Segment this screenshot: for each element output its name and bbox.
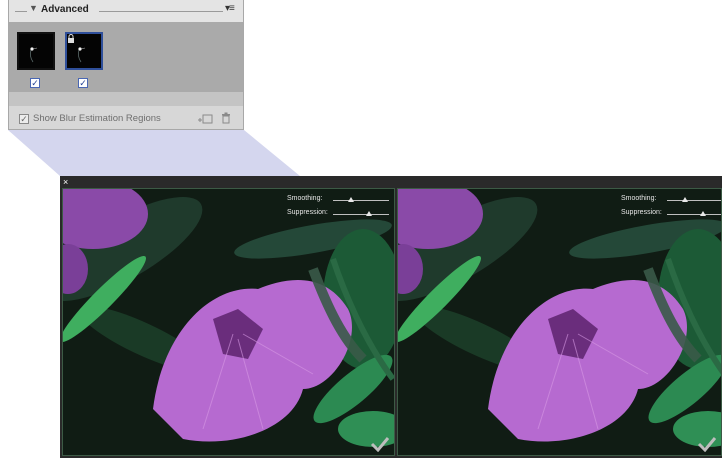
smoothing-slider[interactable]: Smoothing: (621, 195, 721, 205)
suppression-track[interactable] (333, 214, 389, 215)
show-blur-regions-label: Show Blur Estimation Regions (33, 113, 161, 124)
smoothing-label: Smoothing: (621, 195, 657, 202)
advanced-panel: ▼ Advanced ▾≡ ✓ ✓ ✓ Show Blur Estimation… (8, 0, 244, 130)
smoothing-label: Smoothing: (287, 195, 323, 202)
trash-icon[interactable] (221, 112, 231, 124)
header-divider-right (99, 11, 223, 12)
triangle-down-icon[interactable]: ▼ (29, 3, 38, 13)
lock-icon (68, 34, 74, 43)
smoothing-slider[interactable]: Smoothing: (287, 195, 391, 205)
suppression-slider[interactable]: Suppression: (621, 209, 721, 219)
flower-photo (63, 189, 394, 455)
show-blur-regions-checkbox[interactable]: ✓ (19, 114, 29, 124)
flower-photo (398, 189, 721, 455)
thumbnail-checkbox[interactable]: ✓ (30, 78, 40, 88)
thumbnail-checkbox[interactable]: ✓ (78, 78, 88, 88)
add-region-icon[interactable] (197, 113, 213, 125)
blur-trace-thumbnail-selected[interactable] (65, 32, 103, 70)
smoothing-handle[interactable] (682, 197, 688, 202)
before-preview-pane[interactable]: Smoothing: Suppression: (62, 188, 395, 456)
blur-trace-list: ✓ ✓ (9, 22, 243, 92)
smoothing-track[interactable] (667, 200, 721, 201)
close-preview-button[interactable]: × (63, 177, 68, 187)
suppression-handle[interactable] (366, 211, 372, 216)
panel-title: Advanced (41, 4, 89, 15)
suppression-label: Suppression: (287, 209, 328, 216)
after-preview-pane[interactable]: Smoothing: Suppression: (397, 188, 722, 456)
checkmark-icon[interactable] (370, 436, 390, 452)
suppression-slider[interactable]: Suppression: (287, 209, 391, 219)
panel-footer: ✓ Show Blur Estimation Regions (9, 108, 243, 130)
checkmark-icon[interactable] (697, 436, 717, 452)
suppression-handle[interactable] (700, 211, 706, 216)
panel-menu-icon[interactable]: ▾≡ (225, 3, 235, 14)
blur-trace-glyph (29, 47, 38, 63)
smoothing-track[interactable] (333, 200, 389, 201)
smoothing-handle[interactable] (348, 197, 354, 202)
panel-header: ▼ Advanced ▾≡ (9, 0, 243, 22)
suppression-label: Suppression: (621, 209, 662, 216)
blur-trace-thumbnail[interactable] (17, 32, 55, 70)
list-bottom-band (9, 92, 243, 106)
shake-reduction-preview: × Smoothing: Suppression: Smoothing: Sup… (60, 176, 722, 458)
suppression-track[interactable] (667, 214, 721, 215)
header-divider-left (15, 11, 27, 12)
